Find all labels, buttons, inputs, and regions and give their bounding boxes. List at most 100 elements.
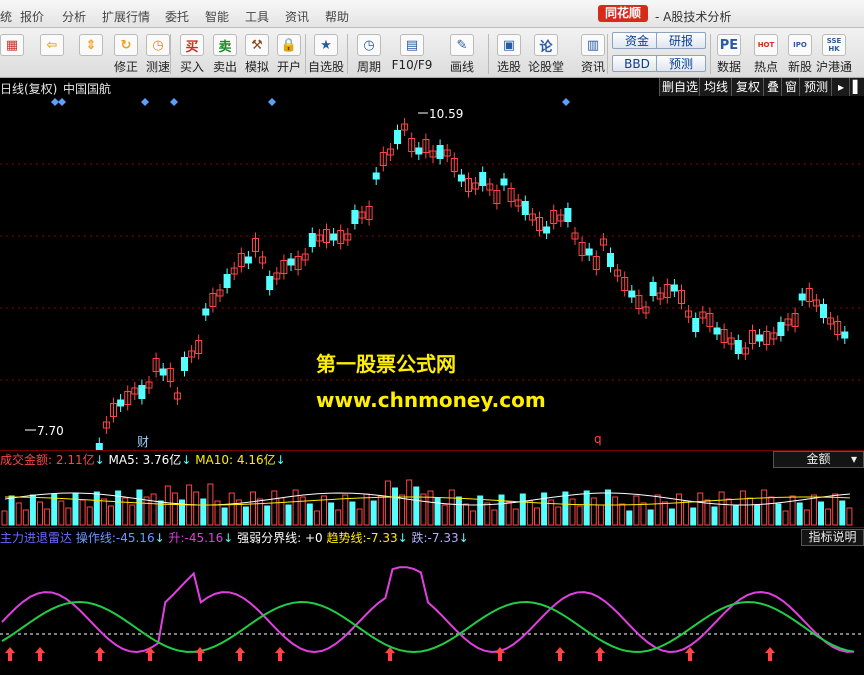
period-label[interactable]: 日线(复权) xyxy=(0,80,57,97)
star-icon: ★ xyxy=(314,34,338,56)
toolbar-separator xyxy=(488,34,489,74)
volume-type-dropdown[interactable]: 金额 ▾ xyxy=(773,451,864,468)
up-arrow-icon xyxy=(95,647,105,661)
volume-bar xyxy=(676,493,682,526)
menu-item-quotes[interactable]: 报价 xyxy=(20,8,44,25)
toolbar-separator xyxy=(347,34,348,74)
volume-bar xyxy=(328,502,335,526)
chip-bbd[interactable]: BBD xyxy=(612,55,662,72)
up-arrow-icon xyxy=(765,647,775,661)
period-clock-icon: ◷ xyxy=(357,34,381,56)
volume-bar xyxy=(576,505,583,526)
toolbar-button-0[interactable]: ▦ xyxy=(0,32,28,76)
menu-item-extended[interactable]: 扩展行情 xyxy=(102,8,150,25)
toolbar-label: 沪港通 xyxy=(815,60,852,74)
toolbar-button-1[interactable]: ⇦ xyxy=(36,32,68,76)
volume-bar xyxy=(789,495,796,526)
volume-bar xyxy=(626,510,633,526)
split-label: 强弱分界线: xyxy=(237,531,302,545)
volume-bar xyxy=(725,498,732,526)
volume-bar xyxy=(65,507,72,526)
chip-forecast[interactable]: 预测 xyxy=(656,55,706,72)
indicator-chart[interactable] xyxy=(0,547,864,675)
candle-body xyxy=(308,233,316,247)
toolbar-button-8[interactable]: 🔒 开户 xyxy=(273,32,305,76)
volume-bar xyxy=(754,504,761,526)
pen-icon: ✎ xyxy=(450,34,474,56)
down-arrow-icon: ↓ xyxy=(94,453,105,467)
candle-body xyxy=(415,147,423,155)
play-icon[interactable]: ▸ xyxy=(831,78,850,96)
volume-chart[interactable] xyxy=(0,469,864,527)
volume-bar xyxy=(718,491,725,526)
volume-bar xyxy=(519,493,526,526)
panel-toggle-icon[interactable]: ▌ xyxy=(849,78,864,96)
toolbar-button-9[interactable]: ★ 自选股 xyxy=(308,32,344,76)
toolbar-button-10[interactable]: ◷ 周期 xyxy=(353,32,385,76)
toolbar-label: 周期 xyxy=(356,60,381,74)
volume-bar xyxy=(313,510,320,526)
chart-tool-button-3[interactable]: 叠 xyxy=(763,78,782,96)
financial-report-marker[interactable]: 财 xyxy=(137,433,149,450)
toolbar-button-11[interactable]: ▤ F10/F9 xyxy=(392,32,432,76)
toolbar-button-12[interactable]: ✎ 画线 xyxy=(446,32,478,76)
fall-value: -7.33 xyxy=(427,531,459,545)
rise-line xyxy=(1,566,855,654)
chart-tool-button-2[interactable]: 复权 xyxy=(731,78,764,96)
menu-item-analysis[interactable]: 分析 xyxy=(62,8,86,25)
news-icon: ▥ xyxy=(581,34,605,56)
chart-tool-button-4[interactable]: 窗 xyxy=(781,78,800,96)
toolbar-separator xyxy=(170,34,171,74)
candle-body xyxy=(820,304,827,318)
rise-value: -45.16 xyxy=(184,531,224,545)
menu-item-smart[interactable]: 智能 xyxy=(205,8,229,25)
candle-body xyxy=(543,226,551,234)
toolbar-label: F10/F9 xyxy=(391,58,433,72)
event-diamond-icon xyxy=(268,98,276,106)
toolbar-button-16[interactable]: PE 数据 xyxy=(713,32,745,76)
candle-body xyxy=(649,282,657,296)
toolbar-button-13[interactable]: ▣ 选股 xyxy=(493,32,525,76)
volume-bar xyxy=(448,489,455,526)
chart-tool-button-5[interactable]: 预测 xyxy=(799,78,832,96)
menu-item-help[interactable]: 帮助 xyxy=(325,8,349,25)
volume-bar xyxy=(29,494,36,526)
toolbar-button-2[interactable]: ⇕ xyxy=(75,32,107,76)
chart-info-bar: 日线(复权) 中国国航 删自选 均线 复权叠窗预测 ▸ ▌ xyxy=(0,78,864,96)
up-arrow-icon xyxy=(275,647,285,661)
indicator-help-button[interactable]: 指标说明 xyxy=(801,529,864,546)
volume-bar xyxy=(796,502,803,526)
volume-bar xyxy=(200,498,207,526)
op-line-label: 操作线: xyxy=(75,531,116,545)
pe-icon: PE xyxy=(717,34,741,56)
candle-body xyxy=(223,274,231,288)
volume-bar xyxy=(455,496,462,526)
toolbar-button-15[interactable]: ▥ 资讯 xyxy=(577,32,609,76)
volume-bar xyxy=(164,485,171,526)
candle-body xyxy=(564,208,572,222)
volume-bar xyxy=(846,507,853,526)
down-arrow-icon: ↓ xyxy=(458,531,469,545)
menu-item-info[interactable]: 资讯 xyxy=(285,8,309,25)
volume-bar xyxy=(79,499,86,526)
volume-bar xyxy=(193,491,200,526)
menu-item-tools[interactable]: 工具 xyxy=(245,8,269,25)
toolbar-button-19[interactable]: SSE HK 沪港通 xyxy=(816,32,852,76)
menu-item-trade[interactable]: 委托 xyxy=(165,8,189,25)
toolbar-button-14[interactable]: 论论股堂 xyxy=(528,32,564,76)
rise-label: 升: xyxy=(168,531,185,545)
volume-legend: 成交金额: 2.11亿↓ MA5: 3.76亿↓ MA10: 4.16亿↓ xyxy=(0,451,286,469)
chart-tool-button-1[interactable]: 均线 xyxy=(699,78,732,96)
event-diamond-icon xyxy=(170,98,178,106)
chip-funds[interactable]: 资金 xyxy=(612,32,662,49)
menu-item[interactable]: 统 xyxy=(0,8,12,25)
volume-bar xyxy=(413,486,420,526)
volume-bar xyxy=(420,493,427,526)
down-arrow-icon: ↓ xyxy=(397,531,408,545)
quarter-marker[interactable]: q xyxy=(594,432,602,446)
volume-bar xyxy=(697,492,704,526)
chip-research[interactable]: 研报 xyxy=(656,32,706,49)
chart-tool-button-0[interactable]: 删自选 xyxy=(659,78,700,96)
candle-body xyxy=(266,276,274,290)
candle-body xyxy=(756,334,764,342)
